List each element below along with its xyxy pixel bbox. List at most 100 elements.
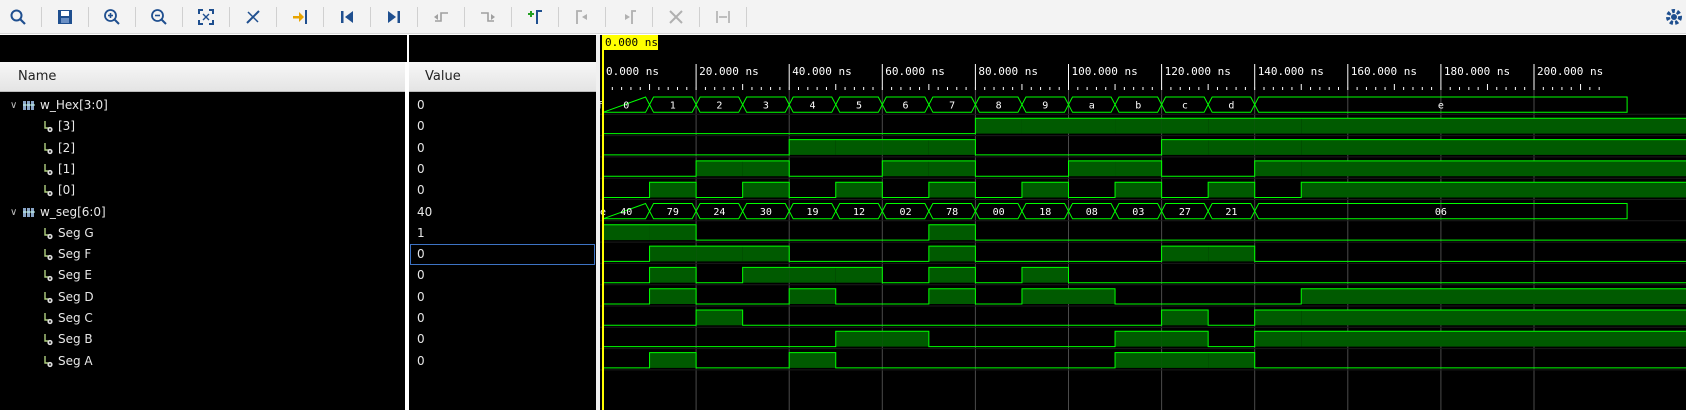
high-level-fill bbox=[1301, 310, 1686, 326]
toolbar-separator bbox=[417, 6, 418, 27]
signal-value-segA[interactable]: 0 bbox=[409, 350, 596, 373]
prev-marker-button[interactable] bbox=[570, 5, 594, 29]
expand-chevron-icon[interactable]: ∨ bbox=[10, 201, 20, 224]
signal-row-segB[interactable]: Seg B bbox=[0, 328, 405, 351]
delete-marker-button[interactable] bbox=[664, 5, 688, 29]
prev-marker-icon bbox=[576, 9, 587, 24]
high-level-fill bbox=[742, 160, 790, 177]
bit-signal-icon bbox=[44, 334, 53, 346]
signal-row-segE[interactable]: Seg E bbox=[0, 264, 405, 287]
bit-signal-icon bbox=[44, 291, 53, 303]
next-marker-icon bbox=[625, 9, 636, 24]
signal-value-hex0[interactable]: 0 bbox=[409, 179, 596, 202]
high-level-fill bbox=[649, 288, 697, 304]
swap-cursors-button[interactable] bbox=[711, 5, 735, 29]
name-column-header[interactable]: Name bbox=[0, 62, 409, 92]
high-level-fill bbox=[928, 224, 976, 241]
cursor-button[interactable] bbox=[241, 5, 265, 29]
high-level-fill bbox=[696, 310, 743, 326]
signal-name-label: Seg D bbox=[58, 289, 94, 304]
go-to-start-button[interactable] bbox=[335, 5, 359, 29]
header-spacer bbox=[0, 35, 407, 62]
bus-value-label: d bbox=[1228, 101, 1234, 112]
signal-value-hex1[interactable]: 0 bbox=[409, 158, 596, 181]
signal-row-segC[interactable]: Seg C bbox=[0, 307, 405, 330]
bus-value-label: 06 bbox=[1435, 207, 1447, 218]
signal-row-segD[interactable]: Seg D bbox=[0, 286, 405, 309]
bus-value-label: 1 bbox=[670, 101, 676, 112]
snap-button[interactable] bbox=[1664, 7, 1684, 27]
save-button[interactable] bbox=[53, 5, 77, 29]
high-level-fill bbox=[1208, 118, 1255, 134]
toolbar-separator bbox=[464, 6, 465, 27]
expand-chevron-icon[interactable]: ∨ bbox=[10, 94, 20, 117]
signal-row-segA[interactable]: Seg A bbox=[0, 350, 405, 373]
high-level-fill bbox=[789, 139, 836, 155]
next-transition-button[interactable] bbox=[476, 5, 500, 29]
signal-value-w_seg[interactable]: 40 bbox=[409, 201, 596, 224]
high-level-fill bbox=[1161, 118, 1209, 134]
signal-value-segC[interactable]: 0 bbox=[409, 307, 596, 330]
tick-label: 40.000 ns bbox=[792, 65, 852, 78]
bus-value-label: 3 bbox=[763, 101, 769, 112]
toolbar-separator bbox=[229, 6, 230, 27]
signal-value-segB[interactable]: 0 bbox=[409, 328, 596, 351]
high-level-fill bbox=[1161, 352, 1209, 368]
tick-label: 120.000 ns bbox=[1165, 65, 1231, 78]
toolbar-separator bbox=[276, 6, 277, 27]
high-level-fill bbox=[1161, 139, 1209, 155]
high-level-fill bbox=[649, 182, 697, 198]
high-level-fill bbox=[1301, 331, 1686, 347]
signal-value-hex3[interactable]: 0 bbox=[409, 115, 596, 138]
signal-row-w_Hex[interactable]: ∨ w_Hex[3:0] bbox=[0, 94, 405, 117]
signal-value-w_Hex[interactable]: 0 bbox=[409, 94, 596, 117]
search-button[interactable] bbox=[6, 5, 30, 29]
go-to-end-button[interactable] bbox=[382, 5, 406, 29]
bus-value-label: 03 bbox=[1132, 207, 1144, 218]
bus-value-label: 0 bbox=[623, 101, 629, 112]
goto-cursor-icon bbox=[293, 9, 307, 24]
delete-marker-icon bbox=[669, 9, 683, 24]
add-marker-button[interactable] bbox=[523, 5, 547, 29]
timeline-ruler[interactable] bbox=[600, 35, 1686, 92]
bit-signal-icon bbox=[44, 185, 53, 197]
high-level-fill bbox=[1208, 352, 1255, 368]
signal-value-segD[interactable]: 0 bbox=[409, 286, 596, 309]
zoom-out-button[interactable] bbox=[147, 5, 171, 29]
high-level-fill bbox=[835, 182, 883, 198]
name-column-title: Name bbox=[18, 69, 57, 84]
bit-signal-icon bbox=[44, 121, 53, 133]
swap-cursors-icon bbox=[716, 10, 730, 23]
high-level-fill bbox=[1254, 118, 1302, 134]
signal-name-label: [1] bbox=[58, 161, 75, 176]
zoom-in-button[interactable] bbox=[100, 5, 124, 29]
high-level-fill bbox=[882, 331, 929, 347]
high-level-fill bbox=[1254, 160, 1302, 177]
signal-row-hex0[interactable]: [0] bbox=[0, 179, 405, 202]
signal-row-segG[interactable]: Seg G bbox=[0, 222, 405, 245]
high-level-fill bbox=[835, 267, 883, 283]
zoom-fit-button[interactable] bbox=[194, 5, 218, 29]
high-level-fill bbox=[1161, 246, 1209, 262]
signal-row-hex2[interactable]: [2] bbox=[0, 137, 405, 160]
signal-value-hex2[interactable]: 0 bbox=[409, 137, 596, 160]
high-level-fill bbox=[928, 267, 976, 283]
bus-value-label: 00 bbox=[993, 207, 1005, 218]
waveform-pane[interactable]: 0.000 ns 20.000 ns 40.000 ns 60.000 ns 80.00… bbox=[600, 35, 1686, 410]
waveform-canvas[interactable]: 0.000 ns 20.000 ns 40.000 ns 60.000 ns 80.00… bbox=[600, 35, 1686, 410]
signal-row-segF[interactable]: Seg F bbox=[0, 243, 405, 266]
value-column-header[interactable]: Value bbox=[409, 62, 596, 92]
toolbar-separator bbox=[558, 6, 559, 27]
signal-value-segF[interactable]: 0 bbox=[409, 243, 596, 266]
goto-cursor-button[interactable] bbox=[288, 5, 312, 29]
signal-value-segG[interactable]: 1 bbox=[409, 222, 596, 245]
signal-value-segE[interactable]: 0 bbox=[409, 264, 596, 287]
next-marker-button[interactable] bbox=[617, 5, 641, 29]
signal-row-hex3[interactable]: [3] bbox=[0, 115, 405, 138]
high-level-fill bbox=[789, 288, 836, 304]
signal-name-label: [2] bbox=[58, 140, 75, 155]
signal-row-w_seg[interactable]: ∨ w_seg[6:0] bbox=[0, 201, 405, 224]
high-level-fill bbox=[603, 224, 650, 241]
signal-row-hex1[interactable]: [1] bbox=[0, 158, 405, 181]
prev-transition-button[interactable] bbox=[429, 5, 453, 29]
